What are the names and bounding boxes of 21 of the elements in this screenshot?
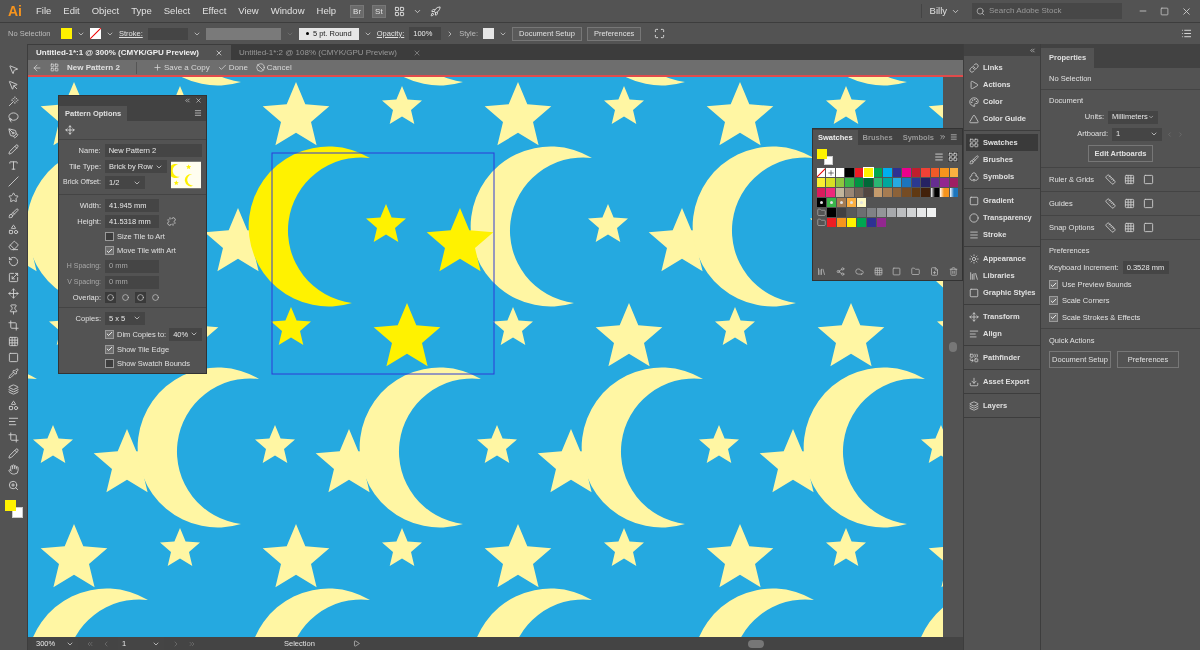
app-button[interactable]: St <box>372 4 386 18</box>
menu-item[interactable]: View <box>232 3 265 19</box>
menu-item[interactable]: Effect <box>196 3 233 19</box>
document-tab[interactable]: Untitled-1*:2 @ 108% (CMYK/GPU Preview) <box>230 45 429 60</box>
document-tab[interactable]: Untitled-1*:1 @ 300% (CMYK/GPU Preview) <box>28 45 231 60</box>
menu-item[interactable]: Window <box>264 3 311 19</box>
menu-item[interactable]: Edit <box>57 3 86 19</box>
search-field[interactable]: Search Adobe Stock <box>989 5 1109 17</box>
app-button[interactable]: Br <box>350 4 365 18</box>
menu-item[interactable]: Select <box>157 3 197 19</box>
menu-item[interactable]: Object <box>85 3 126 19</box>
menu-item[interactable]: Help <box>310 3 343 19</box>
user-menu[interactable]: Billy <box>920 3 968 19</box>
pattern-action[interactable]: Cancel <box>255 61 292 74</box>
pattern-action[interactable]: Save a Copy <box>152 61 210 74</box>
pattern-name: New Pattern 2 <box>67 61 120 74</box>
menu-item[interactable]: Type <box>125 3 158 19</box>
search-box[interactable]: Search Adobe Stock <box>972 3 1122 19</box>
app-logo: Ai <box>7 1 23 21</box>
pattern-action[interactable]: Done <box>217 61 248 74</box>
menu-item[interactable]: File <box>30 3 58 19</box>
